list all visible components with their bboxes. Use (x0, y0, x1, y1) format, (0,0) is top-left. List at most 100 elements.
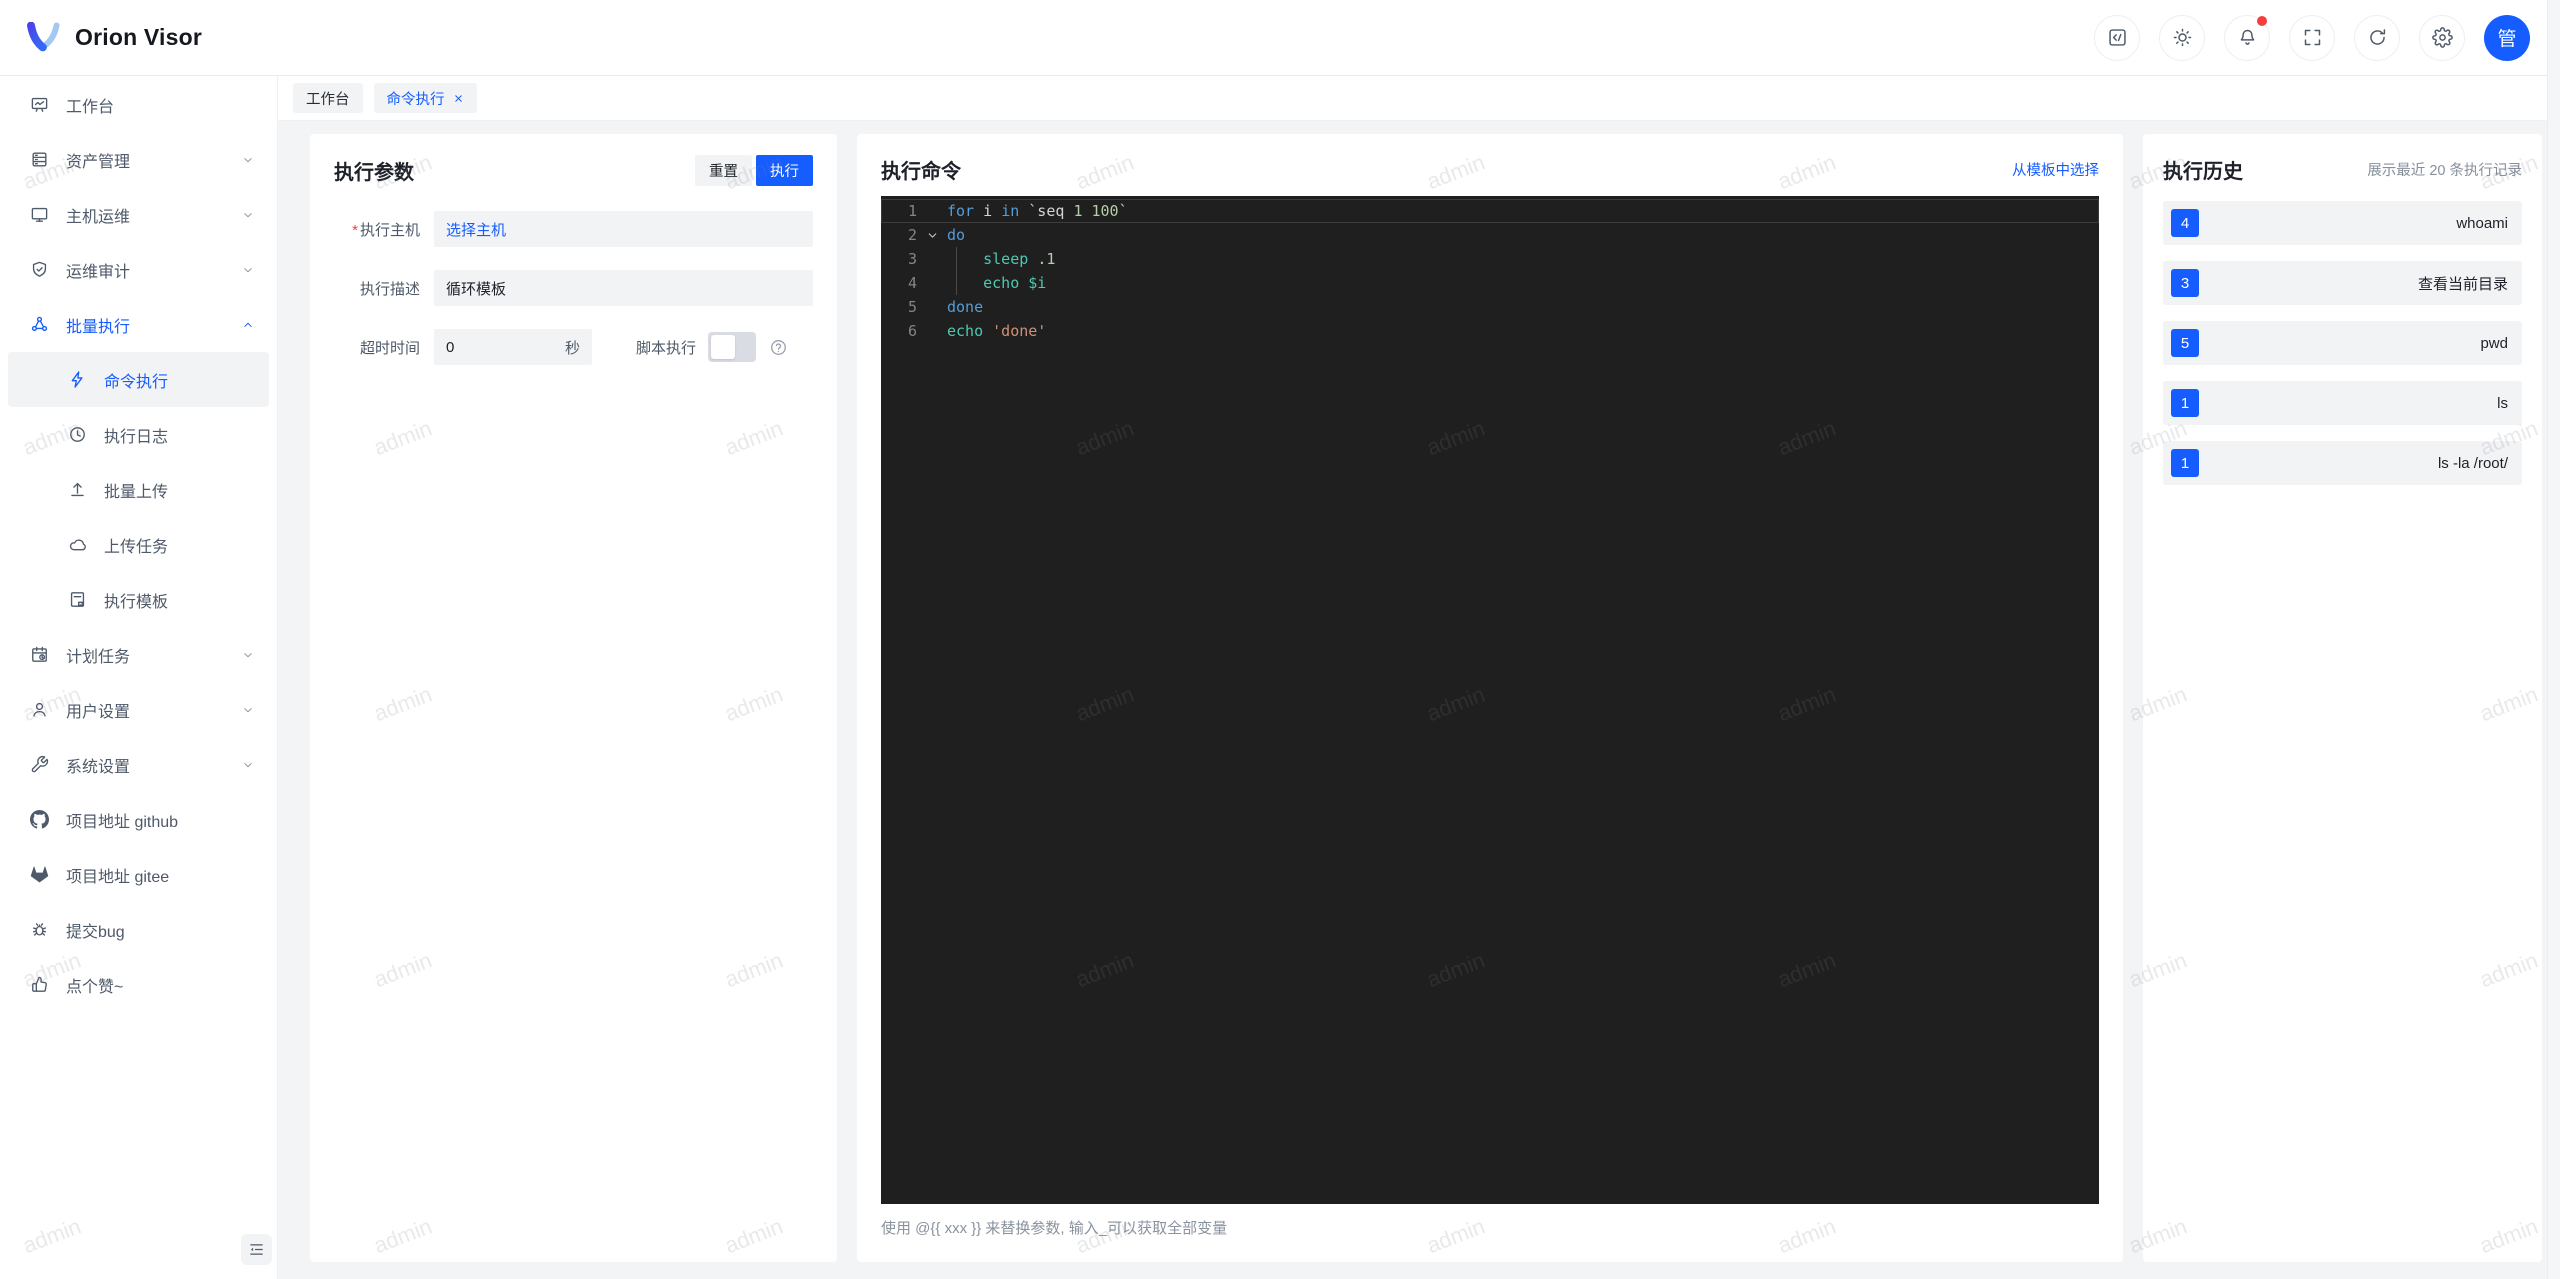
line-number: 3 (907, 250, 917, 268)
timeout-value: 0 (446, 338, 455, 356)
command-panel-title: 执行命令 (881, 161, 961, 183)
sidebar-item-user-settings[interactable]: 用户设置 (0, 682, 277, 737)
refresh-button[interactable] (2354, 14, 2400, 61)
exec-count-badge: 1 (2171, 449, 2199, 477)
sidebar-item-gitee[interactable]: 项目地址 gitee (0, 847, 277, 902)
app-root: Orion Visor 管 工作台 资产管理 主机运维 运维审计 批量执行 命令执行 执行日… (0, 0, 2560, 1279)
required-mark: * (352, 221, 358, 239)
history-item[interactable]: 1 ls -la /root/ (2163, 441, 2522, 485)
sidebar-item-github[interactable]: 项目地址 github (0, 792, 277, 847)
chevron-down-icon (244, 652, 252, 657)
tab-workbench[interactable]: 工作台 (293, 83, 363, 113)
chevron-down-icon (244, 212, 252, 217)
tab-command-exec[interactable]: 命令执行 (373, 83, 477, 113)
chevron-down-icon (244, 707, 252, 712)
line-number: 6 (907, 322, 917, 340)
sidebar-item-host-ops[interactable]: 主机运维 (0, 187, 277, 242)
code-editor[interactable]: 1 for i in `seq 1 100` 2 do 3 sleep .1 4 echo… (881, 196, 2099, 1204)
sidebar-item-workbench[interactable]: 工作台 (0, 77, 277, 132)
topbar-actions: 管 (2094, 14, 2530, 61)
tab-close-button[interactable] (453, 93, 464, 104)
fold-gutter (917, 295, 947, 319)
sidebar-item-command-exec[interactable]: 命令执行 (8, 352, 269, 407)
console-button[interactable] (2094, 14, 2140, 61)
timeout-field-label: 超时时间 (359, 339, 420, 357)
fullscreen-button[interactable] (2289, 14, 2335, 61)
sidebar-item-batch-upload[interactable]: 批量上传 (8, 462, 269, 517)
page-scrollbar[interactable] (2547, 0, 2560, 1279)
history-item[interactable]: 1 ls (2163, 381, 2522, 425)
expand-icon (2304, 29, 2320, 46)
bug-icon (32, 923, 47, 936)
sidebar-item-label: 执行模板 (104, 593, 169, 611)
sidebar-item-bug[interactable]: 提交bug (0, 902, 277, 957)
sidebar-item-exec-template[interactable]: 执行模板 (8, 572, 269, 627)
sidebar-item-label: 用户设置 (66, 703, 131, 721)
history-icon (70, 427, 85, 442)
reset-button[interactable]: 重置 (695, 155, 752, 186)
code-text: echo $i (947, 271, 1046, 295)
sidebar-item-exec-log[interactable]: 执行日志 (8, 407, 269, 462)
host-select-input[interactable]: 选择主机 (434, 211, 813, 247)
description-value: 循环模板 (446, 280, 507, 298)
history-subtitle: 展示最近 20 条执行记录 (2367, 163, 2522, 179)
sidebar-item-label: 批量上传 (104, 483, 169, 501)
script-exec-label: 脚本执行 (636, 339, 697, 357)
gitee-icon (30, 866, 49, 883)
line-number: 1 (907, 202, 917, 220)
sidebar-item-label: 系统设置 (66, 758, 131, 776)
settings-button[interactable] (2419, 14, 2465, 61)
history-command: pwd (2480, 334, 2508, 352)
fold-gutter (917, 247, 947, 271)
brand-logo-icon (27, 21, 60, 51)
history-item[interactable]: 5 pwd (2163, 321, 2522, 365)
sidebar: 工作台资产管理 主机运维 运维审计批量执行命令执行 执行日志批量上传上传任务执行模板计… (0, 76, 278, 1279)
theme-button[interactable] (2159, 14, 2205, 61)
select-host-link[interactable]: 选择主机 (446, 219, 506, 240)
history-item[interactable]: 3 查看当前目录 (2163, 261, 2522, 305)
code-line: 1 for i in `seq 1 100` (881, 199, 2099, 223)
sidebar-item-label: 工作台 (66, 98, 115, 116)
help-icon[interactable] (769, 338, 788, 357)
notifications-button[interactable] (2224, 14, 2270, 61)
code-line: 6 echo 'done' (881, 319, 2099, 343)
params-panel-title: 执行参数 (334, 162, 414, 184)
code-line: 4 echo $i (881, 271, 2099, 295)
sidebar-item-label: 提交bug (66, 923, 125, 941)
sidebar-item-like[interactable]: 点个赞~ (0, 957, 277, 1012)
sidebar-item-ops-audit[interactable]: 运维审计 (0, 242, 277, 297)
user-avatar[interactable]: 管 (2484, 14, 2530, 61)
line-number: 2 (907, 226, 917, 244)
sidebar-collapse-button[interactable] (241, 1234, 272, 1265)
history-item[interactable]: 4 whoami (2163, 201, 2522, 245)
cluster-icon (31, 316, 48, 332)
github-icon (30, 810, 49, 829)
template-icon (70, 592, 85, 607)
sidebar-item-batch-exec[interactable]: 批量执行 (0, 297, 277, 352)
sidebar-item-label: 上传任务 (104, 538, 169, 556)
question-circle-icon (771, 339, 786, 355)
sidebar-item-upload-task[interactable]: 上传任务 (8, 517, 269, 572)
exec-count-badge: 5 (2171, 329, 2199, 357)
upload-icon (71, 482, 84, 497)
chevron-up-icon (244, 322, 252, 327)
fold-gutter (917, 271, 947, 295)
server-icon (32, 152, 47, 167)
exec-count-badge: 3 (2171, 269, 2199, 297)
sidebar-item-system-settings[interactable]: 系统设置 (0, 737, 277, 792)
sidebar-item-label: 批量执行 (66, 318, 131, 336)
execute-button[interactable]: 执行 (756, 155, 813, 186)
history-list: 4 whoami 3 查看当前目录 5 pwd 1 ls 1 ls -la /root/ (2163, 201, 2522, 485)
timeout-input[interactable]: 0 秒 (434, 329, 592, 365)
code-text: do (947, 226, 966, 244)
sidebar-item-scheduled-task[interactable]: 计划任务 (0, 627, 277, 682)
script-exec-toggle[interactable] (708, 332, 757, 362)
sidebar-item-asset-management[interactable]: 资产管理 (0, 132, 277, 187)
menu-fold-icon (250, 1244, 263, 1255)
description-input[interactable]: 循环模板 (434, 270, 813, 306)
history-panel-header: 执行历史 展示最近 20 条执行记录 (2163, 155, 2522, 184)
sidebar-menu: 工作台资产管理 主机运维 运维审计批量执行命令执行 执行日志批量上传上传任务执行模板计… (0, 77, 277, 1012)
code-text: done (947, 298, 984, 316)
select-from-template-link[interactable]: 从模板中选择 (2012, 159, 2099, 180)
fold-toggle-icon[interactable] (917, 223, 947, 247)
